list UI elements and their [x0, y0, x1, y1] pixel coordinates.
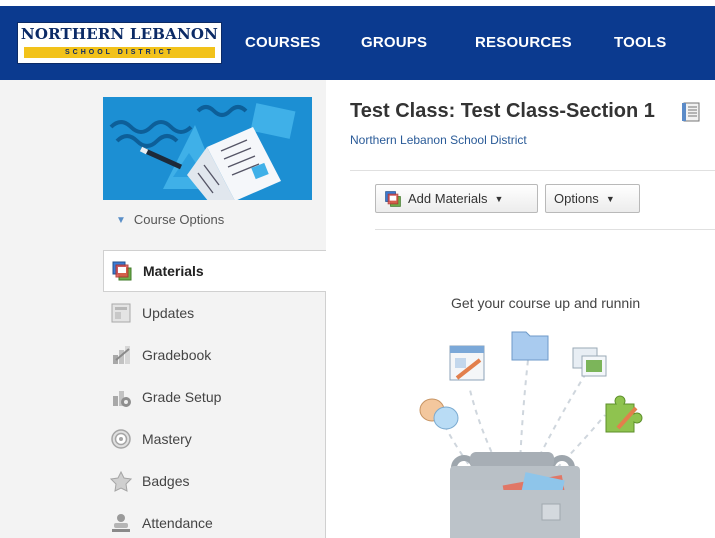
empty-state-message: Get your course up and runnin [451, 295, 641, 311]
sidebar-item-label: Attendance [142, 515, 213, 531]
course-image[interactable] [103, 97, 312, 200]
sidebar-item-mastery[interactable]: Mastery [103, 418, 326, 460]
sidebar-item-label: Updates [142, 305, 195, 321]
sidebar-item-materials[interactable]: Materials [103, 250, 326, 292]
caret-down-icon: ▼ [605, 193, 615, 204]
sidebar-item-badges[interactable]: Badges [103, 460, 326, 502]
course-options-toggle[interactable]: ▼ Course Options [116, 212, 224, 227]
toolbox-illustration [419, 331, 643, 538]
course-info-icon[interactable] [681, 101, 701, 123]
divider [350, 170, 715, 171]
course-options-label: Course Options [133, 212, 225, 227]
page-title: Test Class: Test Class-Section 1 [350, 100, 655, 122]
sidebar-item-updates[interactable]: Updates [103, 292, 326, 334]
sidebar-item-label: Mastery [142, 431, 192, 447]
badges-icon [110, 470, 132, 492]
add-materials-button[interactable]: Add Materials ▼ [375, 184, 538, 213]
caret-down-icon: ▼ [494, 193, 504, 204]
sidebar-item-label: Badges [142, 473, 190, 489]
sidebar-item-label: Gradebook [142, 347, 212, 363]
materials-icon [385, 190, 401, 207]
gradebook-icon [113, 346, 130, 364]
materials-icon [112, 261, 132, 281]
grade-setup-icon [113, 391, 131, 407]
course-illustration [103, 97, 312, 200]
sidebar-item-label: Materials [143, 263, 204, 279]
add-materials-label: Add Materials [408, 191, 488, 206]
nav-resources[interactable]: RESOURCES [475, 34, 572, 51]
district-logo[interactable]: NORTHERN LEBANON SCHOOL DISTRICT [17, 22, 222, 64]
attendance-icon [112, 514, 130, 532]
nav-tools[interactable]: TOOLS [614, 34, 666, 51]
updates-icon [111, 303, 131, 323]
nav-courses[interactable]: COURSES [245, 34, 321, 51]
caret-down-icon: ▼ [116, 215, 126, 226]
options-label: Options [554, 191, 599, 206]
sidebar-item-label: Grade Setup [142, 389, 222, 405]
district-link[interactable]: Northern Lebanon School District [350, 133, 527, 147]
nav-groups[interactable]: GROUPS [361, 34, 427, 51]
logo-name: NORTHERN LEBANON [20, 25, 219, 43]
sidebar-item-gradebook[interactable]: Gradebook [103, 334, 326, 376]
logo-subtitle: SCHOOL DISTRICT [24, 47, 215, 58]
sidebar-item-attendance[interactable]: Attendance [103, 502, 326, 538]
options-button[interactable]: Options ▼ [545, 184, 640, 213]
sidebar-item-grade-setup[interactable]: Grade Setup [103, 376, 326, 418]
divider [375, 229, 715, 230]
mastery-icon [111, 429, 131, 449]
top-navigation-bar: NORTHERN LEBANON SCHOOL DISTRICT COURSES… [0, 0, 715, 80]
page: NORTHERN LEBANON SCHOOL DISTRICT COURSES… [0, 0, 715, 538]
